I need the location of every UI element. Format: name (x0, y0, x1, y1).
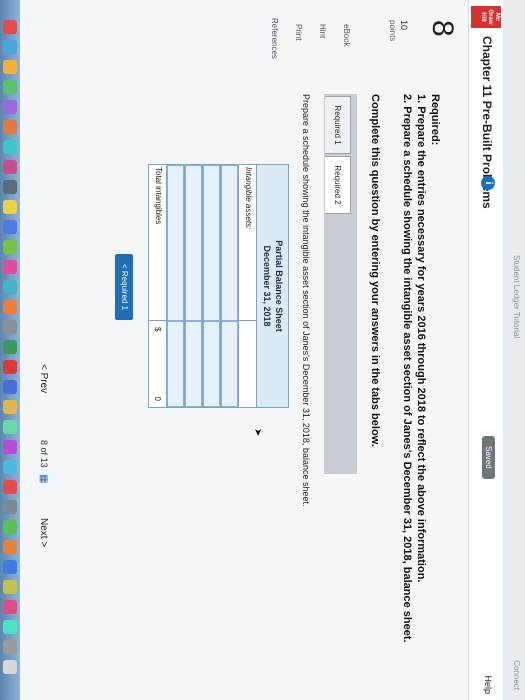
references-link[interactable]: References (270, 18, 279, 59)
total-row: Total intangibles $ 0 (148, 164, 166, 408)
saved-button[interactable]: Saved (482, 436, 495, 479)
current-page: 8 (39, 440, 49, 446)
sheet-header: Partial Balance Sheet December 31, 2018 (256, 164, 289, 408)
app-icon[interactable] (3, 660, 17, 674)
app-icon[interactable] (3, 500, 17, 514)
hint-link[interactable]: Hint (318, 24, 327, 38)
app-icon[interactable] (3, 480, 17, 494)
app-icon[interactable] (3, 200, 17, 214)
app-icon[interactable] (3, 580, 17, 594)
table-row (202, 164, 220, 408)
app-icon[interactable] (3, 440, 17, 454)
tab-required-1[interactable]: Required 1 (325, 96, 351, 154)
app-icon[interactable] (3, 600, 17, 614)
app-icon[interactable] (3, 140, 17, 154)
app-icon[interactable] (3, 340, 17, 354)
sheet-date: December 31, 2018 (262, 245, 272, 327)
app-icon[interactable] (3, 120, 17, 134)
connect-label[interactable]: Connect (512, 660, 521, 690)
back-to-required-1-button[interactable]: < Required 1 (115, 254, 133, 320)
app-icon[interactable] (3, 100, 17, 114)
question-number: 8 (426, 20, 459, 37)
amount-input[interactable] (203, 321, 220, 407)
tab-required-2[interactable]: Required 2 (325, 156, 351, 214)
app-icon[interactable] (3, 560, 17, 574)
table-row: Intangible assets: (238, 164, 256, 408)
grid-icon[interactable]: ▦ (38, 474, 49, 483)
app-icon[interactable] (3, 620, 17, 634)
instruction-text: Complete this question by entering your … (369, 94, 381, 447)
app-icon[interactable] (3, 640, 17, 654)
status-text: Student Ledger Tutorial (512, 255, 521, 339)
table-row (220, 164, 238, 408)
app-icon[interactable] (3, 80, 17, 94)
total-label: Total intangibles (149, 165, 166, 321)
app-icon[interactable] (3, 60, 17, 74)
app-icon[interactable] (3, 300, 17, 314)
mouse-cursor-icon: ➤ (252, 428, 263, 437)
required-item-1: 1. Prepare the entries necessary for yea… (415, 94, 427, 583)
print-link[interactable]: Print (294, 24, 303, 40)
amount-input[interactable] (185, 321, 202, 407)
app-icon[interactable] (3, 320, 17, 334)
ebook-link[interactable]: eBook (342, 24, 351, 47)
app-icon[interactable] (3, 380, 17, 394)
account-input[interactable] (167, 165, 184, 321)
account-input[interactable] (185, 165, 202, 321)
account-input[interactable] (221, 165, 238, 321)
required-item-2: 2. Prepare a schedule showing the intang… (401, 94, 413, 643)
publisher-logo: Mc Graw Hill (471, 6, 501, 28)
points-label: points (388, 20, 397, 42)
table-row (166, 164, 184, 408)
points-value: 10 (399, 20, 409, 31)
sheet-title: Partial Balance Sheet (274, 240, 284, 332)
total-amount: $ 0 (149, 321, 166, 407)
info-icon[interactable]: i (481, 176, 495, 190)
app-icon[interactable] (3, 540, 17, 554)
schedule-prompt: Prepare a schedule showing the intangibl… (301, 94, 311, 507)
currency-symbol: $ (153, 327, 162, 332)
app-icon[interactable] (3, 460, 17, 474)
table-row (184, 164, 202, 408)
app-icon[interactable] (3, 400, 17, 414)
prev-button[interactable]: < Prev (38, 364, 49, 393)
amount-input[interactable] (221, 321, 238, 407)
total-value: 0 (153, 396, 162, 401)
app-icon[interactable] (3, 360, 17, 374)
app-icon[interactable] (3, 180, 17, 194)
required-heading: Required: (429, 94, 441, 146)
account-input[interactable] (203, 165, 220, 321)
amount-cell (239, 321, 256, 407)
app-icon[interactable] (3, 420, 17, 434)
total-pages: 13 (39, 457, 49, 468)
section-label: Intangible assets: (239, 165, 256, 321)
help-link[interactable]: Help (483, 675, 493, 694)
app-icon[interactable] (3, 280, 17, 294)
app-icon[interactable] (3, 40, 17, 54)
app-icon[interactable] (3, 220, 17, 234)
app-window: Student Ledger Tutorial Connect Mc Graw … (0, 0, 525, 700)
app-icon[interactable] (3, 240, 17, 254)
next-button[interactable]: Next > (38, 518, 49, 547)
app-icon[interactable] (3, 160, 17, 174)
balance-sheet-table: Partial Balance Sheet December 31, 2018 … (148, 164, 289, 408)
app-icon[interactable] (3, 520, 17, 534)
app-icon[interactable] (3, 20, 17, 34)
of-label: of (39, 447, 49, 456)
top-bar: Student Ledger Tutorial Connect (502, 0, 525, 700)
app-icon[interactable] (3, 260, 17, 274)
page-indicator: 8 of 13 (39, 440, 49, 468)
amount-input[interactable] (167, 321, 184, 407)
